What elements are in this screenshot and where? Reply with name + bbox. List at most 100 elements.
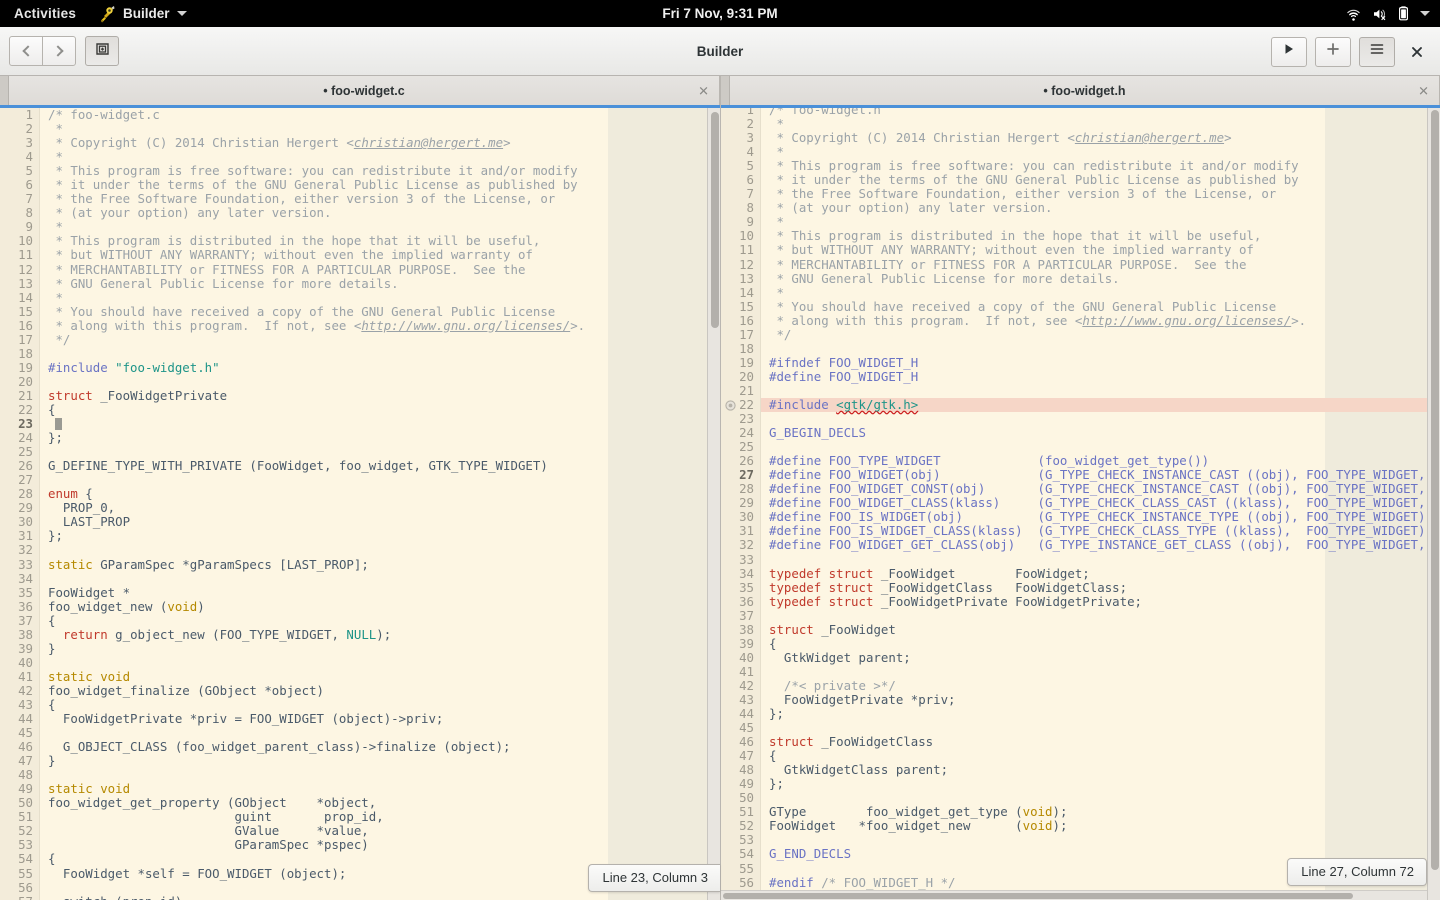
back-button[interactable] <box>9 36 43 66</box>
close-window-button[interactable] <box>1403 38 1431 66</box>
code-line[interactable]: 40 <box>0 655 720 670</box>
horizontal-scrollbar-right[interactable] <box>721 890 1427 900</box>
code-line[interactable]: 18 <box>721 341 1440 356</box>
code-line[interactable]: 52 GValue *value, <box>0 824 720 838</box>
vertical-scrollbar-left[interactable] <box>707 108 720 900</box>
code-line[interactable]: 49 static void <box>0 782 720 796</box>
code-line[interactable]: 37 { <box>0 613 720 628</box>
code-line[interactable]: 1 /* foo-widget.c <box>0 108 720 122</box>
code-line[interactable]: 29 PROP_0, <box>0 501 720 515</box>
main-menu-button[interactable] <box>1359 36 1395 67</box>
code-line[interactable]: 14 * <box>0 290 720 305</box>
code-line[interactable]: 11 * but WITHOUT ANY WARRANTY; without e… <box>721 243 1440 257</box>
code-line[interactable]: 12 * MERCHANTABILITY or FITNESS FOR A PA… <box>0 262 720 277</box>
code-line[interactable]: 17 */ <box>721 327 1440 342</box>
code-line[interactable]: 30 LAST_PROP <box>0 515 720 529</box>
code-line[interactable]: 22 { <box>0 402 720 417</box>
code-line[interactable]: 15 * You should have received a copy of … <box>721 299 1440 314</box>
code-line[interactable]: 45 <box>0 726 720 740</box>
code-line[interactable]: 49}; <box>721 777 1440 791</box>
code-line[interactable]: 9 * <box>0 220 720 234</box>
code-line[interactable]: 6 * it under the terms of the GNU Genera… <box>0 178 720 192</box>
code-line[interactable]: 8 * (at your option) any later version. <box>721 201 1440 215</box>
code-line[interactable]: 31 #define FOO_IS_WIDGET_CLASS(klass) (G_… <box>721 524 1440 538</box>
diagnostic-marker-icon[interactable] <box>725 400 736 414</box>
code-line[interactable]: 21 <box>721 383 1440 398</box>
tab-foo-widget-h[interactable]: • foo-widget.h ✕ <box>730 76 1440 105</box>
code-line[interactable]: 25 <box>721 440 1440 454</box>
code-line[interactable]: 2 * <box>0 121 720 136</box>
code-line[interactable]: 39} <box>0 641 720 656</box>
code-line[interactable]: 20 <box>0 374 720 389</box>
code-line[interactable]: 16 * along with this program. If not, se… <box>721 313 1440 328</box>
code-line[interactable]: 3 * Copyright (C) 2014 Christian Hergert… <box>721 131 1440 145</box>
code-line[interactable]: 3 * Copyright (C) 2014 Christian Hergert… <box>0 136 720 150</box>
tab-foo-widget-c[interactable]: • foo-widget.c ✕ <box>9 76 720 105</box>
code-text-right[interactable]: 1/* foo-widget.h 2 * 3 * Copyright (C) 201… <box>721 108 1440 890</box>
code-line[interactable]: 42 foo_widget_finalize (GObject *object) <box>0 683 720 698</box>
source-editor-left[interactable]: 1/* foo-widget.c 2 * 3 * Copyright (C) 201… <box>0 108 720 900</box>
code-line[interactable]: 25 <box>0 445 720 459</box>
code-line[interactable]: 35 typedef struct _FooWidgetClass FooWidg… <box>721 580 1440 595</box>
code-line[interactable]: 48 <box>0 768 720 782</box>
code-line[interactable]: 57 switch (prop_id) <box>0 894 720 900</box>
code-line[interactable]: 1 /* foo-widget.h <box>721 108 1440 117</box>
open-file-button[interactable] <box>85 36 119 66</box>
code-line[interactable]: 37 <box>721 608 1440 623</box>
code-line[interactable]: 53 GParamSpec *pspec) <box>0 838 720 852</box>
code-line[interactable]: 9 * <box>721 215 1440 229</box>
code-line[interactable]: 11 * but WITHOUT ANY WARRANTY; without e… <box>0 248 720 262</box>
code-line[interactable]: 4 * <box>0 150 720 164</box>
code-line[interactable]: 40 GtkWidget parent; <box>721 650 1440 665</box>
code-line[interactable]: 52 FooWidget *foo_widget_new (void); <box>721 819 1440 833</box>
code-line[interactable]: 19 #include "foo-widget.h" <box>0 360 720 375</box>
code-line[interactable]: 27 <box>0 473 720 487</box>
code-line[interactable]: 53 <box>721 833 1440 847</box>
code-line[interactable]: 36 foo_widget_new (void) <box>0 599 720 614</box>
vertical-scrollbar-right[interactable] <box>1427 108 1440 900</box>
code-line[interactable]: 47 { <box>721 749 1440 763</box>
code-line[interactable]: 19 #ifndef FOO_WIDGET_H <box>721 355 1440 370</box>
code-line[interactable]: 12 * MERCHANTABILITY or FITNESS FOR A PA… <box>721 257 1440 272</box>
code-line[interactable]: 26 G_DEFINE_TYPE_WITH_PRIVATE (FooWidget,… <box>0 459 720 473</box>
code-line[interactable]: 42 /*< private >*/ <box>721 678 1440 693</box>
code-line[interactable]: 8 * (at your option) any later version. <box>0 206 720 220</box>
code-line[interactable]: 13 * GNU General Public License for more… <box>721 271 1440 286</box>
code-line[interactable]: 23 <box>0 416 720 431</box>
code-line[interactable]: 50 <box>721 791 1440 805</box>
code-line[interactable]: 24}; <box>0 431 720 445</box>
code-text-left[interactable]: 1/* foo-widget.c 2 * 3 * Copyright (C) 201… <box>0 108 720 900</box>
code-line[interactable]: 46 G_OBJECT_CLASS (foo_widget_parent_cla… <box>0 740 720 754</box>
code-line[interactable]: 7 * the Free Software Foundation, either… <box>0 192 720 206</box>
code-line[interactable]: 18 <box>0 346 720 361</box>
source-editor-right[interactable]: 1/* foo-widget.h 2 * 3 * Copyright (C) 201… <box>721 108 1440 900</box>
code-line[interactable]: 43 FooWidgetPrivate *priv; <box>721 692 1440 707</box>
code-line[interactable]: 6 * it under the terms of the GNU Genera… <box>721 173 1440 187</box>
code-line[interactable]: 43 { <box>0 697 720 712</box>
code-line[interactable]: 41 <box>721 664 1440 679</box>
app-menu-button[interactable]: Builder <box>88 5 197 23</box>
code-line[interactable]: 26 #define FOO_TYPE_WIDGET (foo_widget_ge… <box>721 454 1440 468</box>
code-line[interactable]: 22 #include <gtk/gtk.h> <box>721 397 1440 414</box>
code-line[interactable]: 50 foo_widget_get_property (GObject *obje… <box>0 796 720 810</box>
code-line[interactable]: 14 * <box>721 285 1440 300</box>
tab-close-icon[interactable]: ✕ <box>1418 84 1429 97</box>
code-line[interactable]: 15 * You should have received a copy of … <box>0 304 720 319</box>
code-line[interactable]: 28 #define FOO_WIDGET_CONST(obj) (G_TYPE_… <box>721 482 1440 496</box>
activities-button[interactable]: Activities <box>0 6 88 21</box>
code-line[interactable]: 31}; <box>0 529 720 543</box>
code-line[interactable]: 24 G_BEGIN_DECLS <box>721 426 1440 440</box>
new-file-button[interactable] <box>1315 36 1351 67</box>
code-line[interactable]: 51 GType foo_widget_get_type (void); <box>721 805 1440 819</box>
code-line[interactable]: 46 struct _FooWidgetClass <box>721 735 1440 749</box>
code-line[interactable]: 32 #define FOO_WIDGET_GET_CLASS(obj) (G_T… <box>721 538 1440 552</box>
code-line[interactable]: 5 * This program is free software: you c… <box>0 164 720 178</box>
code-line[interactable]: 4 * <box>721 145 1440 159</box>
code-line[interactable]: 34 typedef struct _FooWidget FooWidget; <box>721 566 1440 581</box>
code-line[interactable]: 20 #define FOO_WIDGET_H <box>721 369 1440 384</box>
code-line[interactable]: 44 FooWidgetPrivate *priv = FOO_WIDGET (… <box>0 711 720 726</box>
code-line[interactable]: 45 <box>721 721 1440 735</box>
system-menu-chevron-icon[interactable] <box>1420 11 1430 16</box>
code-line[interactable]: 10 * This program is distributed in the … <box>721 229 1440 243</box>
code-line[interactable]: 44}; <box>721 706 1440 721</box>
